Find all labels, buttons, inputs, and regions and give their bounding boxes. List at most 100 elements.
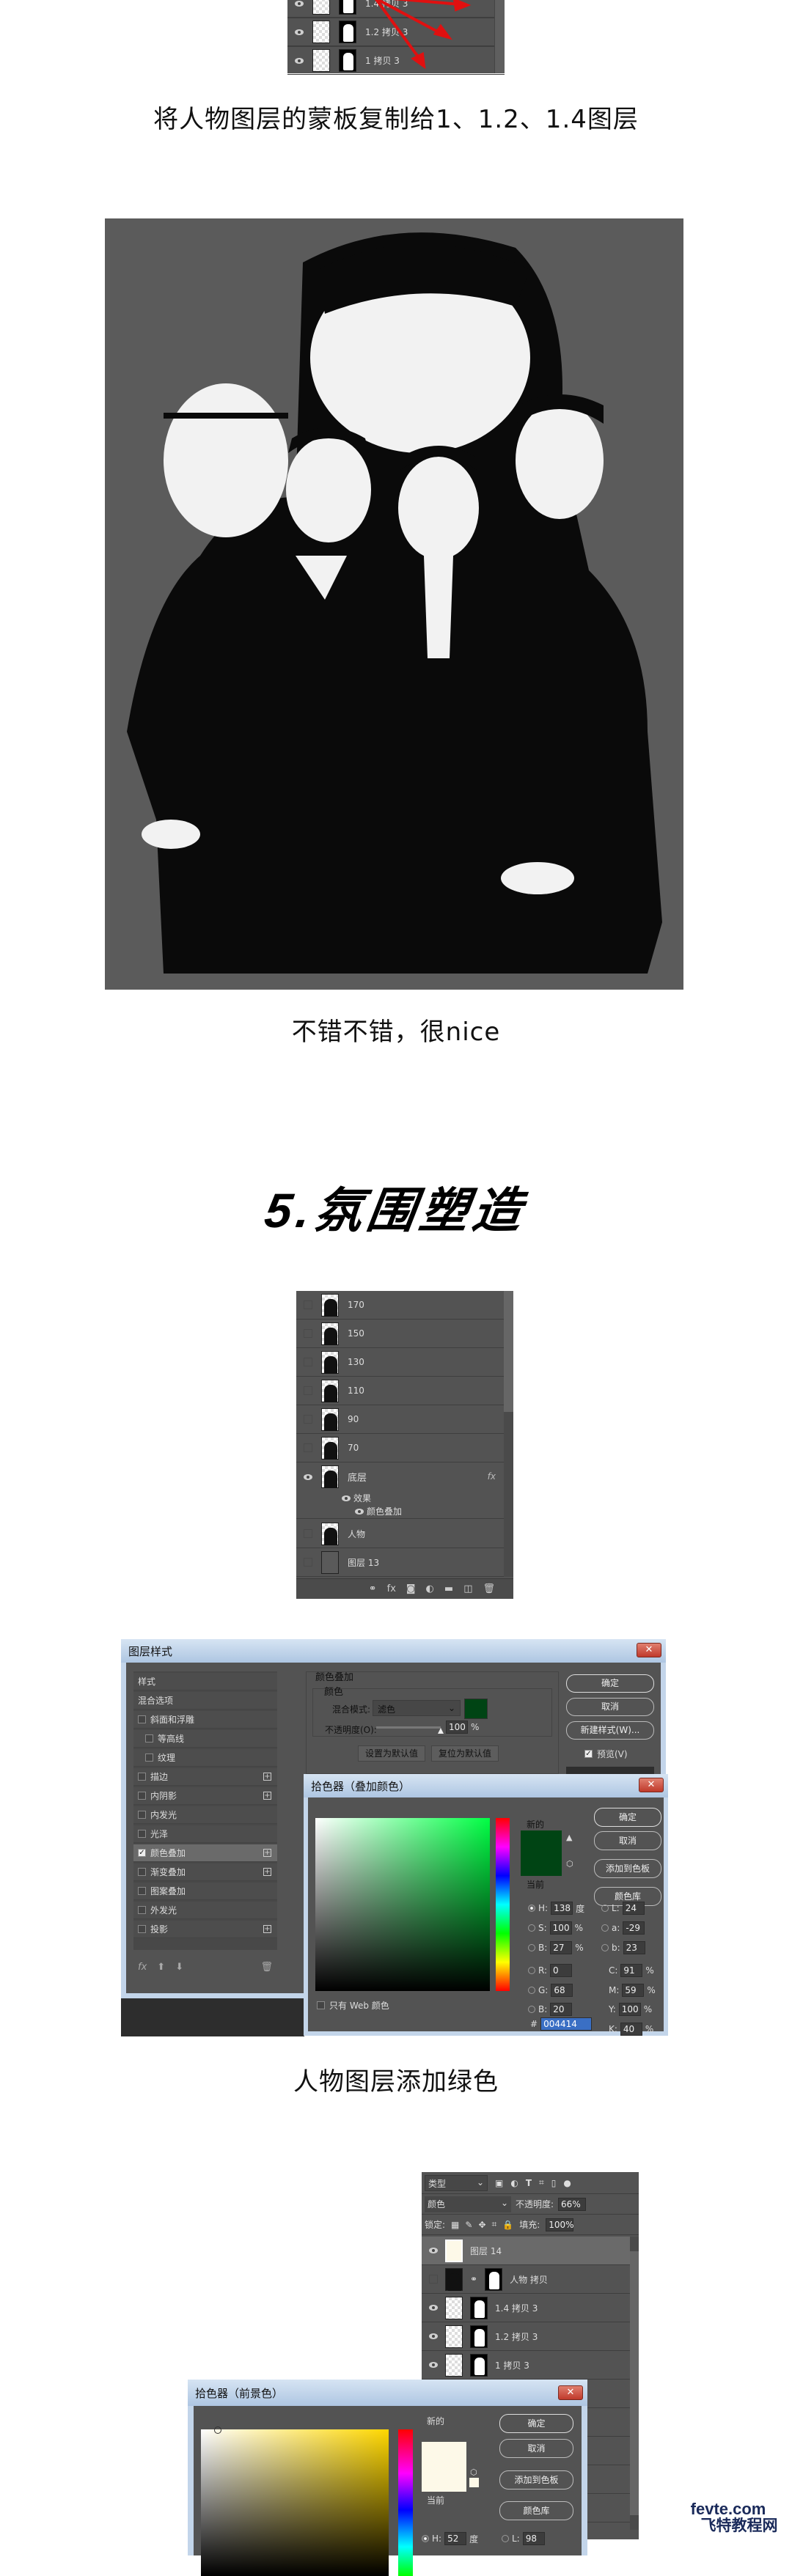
checkbox-icon[interactable] [138, 1773, 146, 1781]
value-input[interactable]: 100 [618, 2003, 641, 2017]
link-icon[interactable]: ⚭ [369, 1583, 377, 1594]
checkbox-icon[interactable] [138, 1906, 146, 1914]
style-item[interactable]: 等高线 [133, 1730, 277, 1748]
eye-icon[interactable] [429, 2333, 438, 2339]
eye-icon[interactable] [355, 1508, 364, 1515]
visibility-toggle[interactable] [304, 1415, 312, 1424]
hue-slider[interactable] [496, 1818, 510, 1991]
checkbox-icon[interactable] [145, 1753, 153, 1762]
radio-button[interactable] [601, 1905, 609, 1913]
hue-radio[interactable] [422, 2535, 429, 2542]
visibility-toggle[interactable] [304, 1358, 312, 1366]
style-item[interactable]: 投影 + [133, 1921, 277, 1938]
color-field[interactable] [201, 2426, 389, 2576]
radio-button[interactable] [528, 1924, 535, 1932]
mask-thumbnail[interactable] [485, 2267, 503, 2291]
value-input[interactable]: 91 [620, 1963, 643, 1977]
lock-position-icon[interactable]: ✥ [478, 2220, 485, 2230]
checkbox-icon[interactable] [138, 1830, 146, 1838]
value-input[interactable]: 27 [550, 1940, 573, 1954]
layer-row-base[interactable]: 底层 fx 效果 颜色叠加 [296, 1462, 513, 1519]
fill-input[interactable]: 100% [546, 2218, 574, 2231]
plus-icon[interactable]: + [263, 1868, 271, 1876]
mask-icon[interactable]: ◙ [406, 1583, 416, 1594]
layer-row[interactable]: 1.2 拷贝 3 [422, 2322, 639, 2351]
visibility-toggle[interactable] [304, 1300, 312, 1309]
visibility-toggle[interactable] [304, 1443, 312, 1452]
new-layer-icon[interactable]: ◫ [463, 1583, 472, 1594]
layer-row[interactable]: 170 [296, 1291, 513, 1320]
opacity-input[interactable]: 66% [558, 2197, 587, 2211]
style-item[interactable]: ✓ 颜色叠加 + [133, 1844, 277, 1862]
close-button[interactable]: ✕ [558, 2385, 583, 2400]
layer-row[interactable]: 70 [296, 1434, 513, 1462]
radio-button[interactable] [528, 1966, 535, 1974]
adjustment-filter-icon[interactable]: ◐ [510, 2178, 518, 2188]
l-radio[interactable] [502, 2535, 509, 2542]
check-icon[interactable]: ✓ [138, 1849, 146, 1857]
style-item[interactable]: 纹理 [133, 1749, 277, 1767]
close-button[interactable]: ✕ [639, 1778, 664, 1792]
value-input[interactable]: 20 [550, 2003, 573, 2017]
layer-row[interactable]: 110 [296, 1377, 513, 1405]
web-only-checkbox[interactable]: 只有 Web 颜色 [317, 1999, 389, 2012]
plus-icon[interactable]: + [263, 1792, 271, 1800]
radio-button[interactable] [528, 1905, 535, 1913]
opacity-input[interactable]: 100 [446, 1721, 468, 1734]
value-input[interactable]: 59 [622, 1983, 645, 1997]
style-item[interactable]: 内发光 [133, 1806, 277, 1824]
eye-icon[interactable] [429, 2305, 438, 2311]
lock-all-icon[interactable]: 🔒 [502, 2220, 513, 2230]
trash-icon[interactable]: 🗑 [260, 1962, 273, 1973]
value-input[interactable]: 24 [622, 1902, 645, 1916]
checkbox-icon[interactable] [138, 1925, 146, 1933]
layer-row[interactable]: 1.4 拷贝 3 [422, 2294, 639, 2322]
visibility-toggle[interactable] [304, 1558, 312, 1567]
web-safe-swatch[interactable] [469, 2478, 479, 2487]
ok-button[interactable]: 确定 [499, 2414, 573, 2433]
mask-thumbnail[interactable] [470, 2296, 488, 2319]
radio-button[interactable] [601, 1924, 609, 1932]
fx-badge[interactable]: fx [488, 1471, 496, 1482]
image-filter-icon[interactable]: ▣ [495, 2178, 503, 2188]
visibility-toggle[interactable] [304, 1529, 312, 1538]
lock-artboard-icon[interactable]: ⌗ [492, 2219, 497, 2230]
filter-toggle[interactable]: ● [563, 2178, 571, 2188]
blend-mode-select[interactable]: 滤色 ⌄ [373, 1700, 461, 1716]
style-item[interactable]: 渐变叠加 + [133, 1863, 277, 1881]
layer-row[interactable]: 150 [296, 1320, 513, 1348]
value-input[interactable]: 40 [620, 2023, 642, 2036]
value-input[interactable]: 0 [550, 1963, 573, 1977]
style-item[interactable]: 图案叠加 [133, 1883, 277, 1900]
style-item[interactable]: 描边 + [133, 1768, 277, 1786]
hex-input[interactable]: 004414 [540, 2017, 593, 2031]
filter-select[interactable]: 类型 ⌄ [425, 2174, 488, 2191]
value-input[interactable]: 138 [551, 1902, 573, 1916]
plus-icon[interactable]: + [263, 1849, 271, 1857]
visibility-toggle[interactable] [304, 1329, 312, 1338]
scrollbar[interactable] [504, 1291, 513, 1577]
ok-button[interactable]: 确定 [594, 1808, 661, 1827]
reset-default-button[interactable]: 复位为默认值 [431, 1745, 499, 1762]
layer-row[interactable]: 图层 14 [422, 2237, 639, 2265]
add-to-swatches-button[interactable]: 添加到色板 [499, 2470, 573, 2489]
cancel-button[interactable]: 取消 [594, 1831, 661, 1850]
layer-row[interactable]: 1 拷贝 3 [422, 2351, 639, 2380]
opacity-slider[interactable] [376, 1726, 444, 1734]
hue-slider[interactable] [398, 2429, 413, 2576]
eye-icon[interactable] [429, 2248, 438, 2253]
preview-checkbox[interactable]: ✓ 预览(V) [584, 1748, 628, 1760]
close-button[interactable]: ✕ [637, 1643, 661, 1657]
checkbox-icon[interactable] [138, 1715, 146, 1723]
folder-icon[interactable]: ▬ [444, 1583, 453, 1594]
fx-icon[interactable]: fx [387, 1583, 396, 1594]
effect-row[interactable]: 颜色叠加 [355, 1505, 402, 1517]
set-default-button[interactable]: 设置为默认值 [358, 1745, 425, 1762]
layer-row[interactable]: 人物 [296, 1520, 513, 1548]
radio-button[interactable] [528, 1986, 535, 1994]
effects-row[interactable]: 效果 [342, 1492, 371, 1504]
trash-icon[interactable]: 🗑 [483, 1583, 495, 1594]
ok-button[interactable]: 确定 [566, 1674, 654, 1693]
color-cursor[interactable] [214, 2426, 221, 2434]
layer-row[interactable]: ⚭ 人物 拷贝 [422, 2265, 639, 2294]
